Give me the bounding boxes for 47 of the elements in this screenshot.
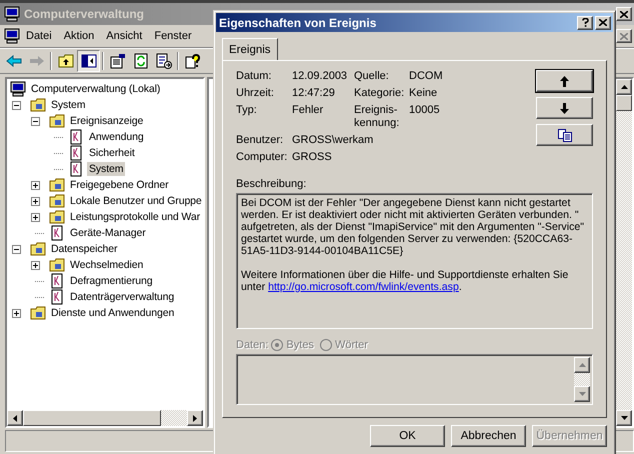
dialog-title: Eigenschaften von Ereignis: [219, 16, 376, 30]
data-label: Daten:: [236, 339, 268, 351]
field-value: GROSS: [292, 151, 333, 164]
tree-item[interactable]: Computerverwaltung (Lokal): [29, 82, 162, 96]
field-value: GROSS\werkam: [292, 134, 374, 147]
field-label: Kategorie:: [354, 87, 406, 100]
events-link[interactable]: http://go.microsoft.com/fwlink/events.asp: [268, 281, 459, 293]
field-value: Fehler: [292, 104, 324, 118]
tree-item[interactable]: Datenträgerverwaltung: [68, 290, 176, 304]
radio-label: Bytes: [286, 339, 314, 351]
field-label: Uhrzeit:: [236, 87, 275, 100]
tree-item[interactable]: Dienste und Anwendungen: [49, 306, 176, 320]
field-label: Computer:: [236, 151, 288, 164]
field-label: Datum:: [236, 70, 272, 83]
tree-item[interactable]: Wechselmedien: [68, 258, 146, 272]
tree-item[interactable]: Freigegebene Ordner: [68, 178, 170, 192]
tree-item[interactable]: Sicherheit: [87, 146, 137, 160]
field-label: Ereignis- kennung:: [354, 104, 400, 130]
field-value: Keine: [409, 87, 438, 100]
field-value: 12.09.2003: [292, 70, 348, 83]
field-label: Benutzer:: [236, 134, 284, 147]
more-info-text: Weitere Informationen über die Hilfe- und Supportdienste erhalten Sie unter http://go.microsoft.com/fwlink/events.asp.: [241, 269, 570, 293]
menu-item[interactable]: Fenster: [148, 28, 198, 44]
tree-item[interactable]: System: [87, 162, 126, 176]
tree-item[interactable]: Datenspeicher: [49, 242, 120, 256]
dialog-button[interactable]: OK: [370, 425, 445, 447]
field-label: Quelle:: [354, 70, 390, 83]
description-text: Bei DCOM ist der Fehler "Der angegebene Dienst kann nicht gestartet werden. Er ist deaktiviert oder nicht mit aktivierten Geräten verbunden. " aufgetreten, als der Dienst "ImapiService" mit den Argumenten "-Service" gestartet wurde, um den folgenden Server zu verwenden: {520CCA63-51A5-11D3-9144-00104BA11C5E}: [241, 197, 586, 257]
tree-item[interactable]: Defragmentierung: [68, 274, 154, 288]
menu-item[interactable]: Aktion: [58, 28, 100, 44]
tree-item[interactable]: Leistungsprotokolle und War: [68, 210, 202, 224]
tab[interactable]: Ereignis: [222, 38, 278, 60]
field-value: 10005: [409, 104, 441, 118]
menu-item[interactable]: Datei: [20, 28, 58, 44]
tree-item[interactable]: Lokale Benutzer und Gruppe: [68, 194, 204, 208]
menu-item[interactable]: Ansicht: [100, 28, 148, 44]
field-value: 12:47:29: [292, 87, 336, 100]
dialog-button[interactable]: Abbrechen: [451, 425, 526, 447]
tree-item[interactable]: Ereignisanzeige: [68, 114, 146, 128]
field-label: Typ:: [236, 104, 258, 118]
window-title: Computerverwaltung: [24, 7, 144, 21]
field-value: DCOM: [409, 70, 444, 83]
tree-item[interactable]: Anwendung: [87, 130, 146, 144]
radio-label: Wörter: [334, 339, 368, 351]
description-label: Beschreibung:: [236, 178, 308, 190]
tree-item[interactable]: System: [49, 98, 88, 112]
tree-item[interactable]: Geräte-Manager: [68, 226, 148, 240]
